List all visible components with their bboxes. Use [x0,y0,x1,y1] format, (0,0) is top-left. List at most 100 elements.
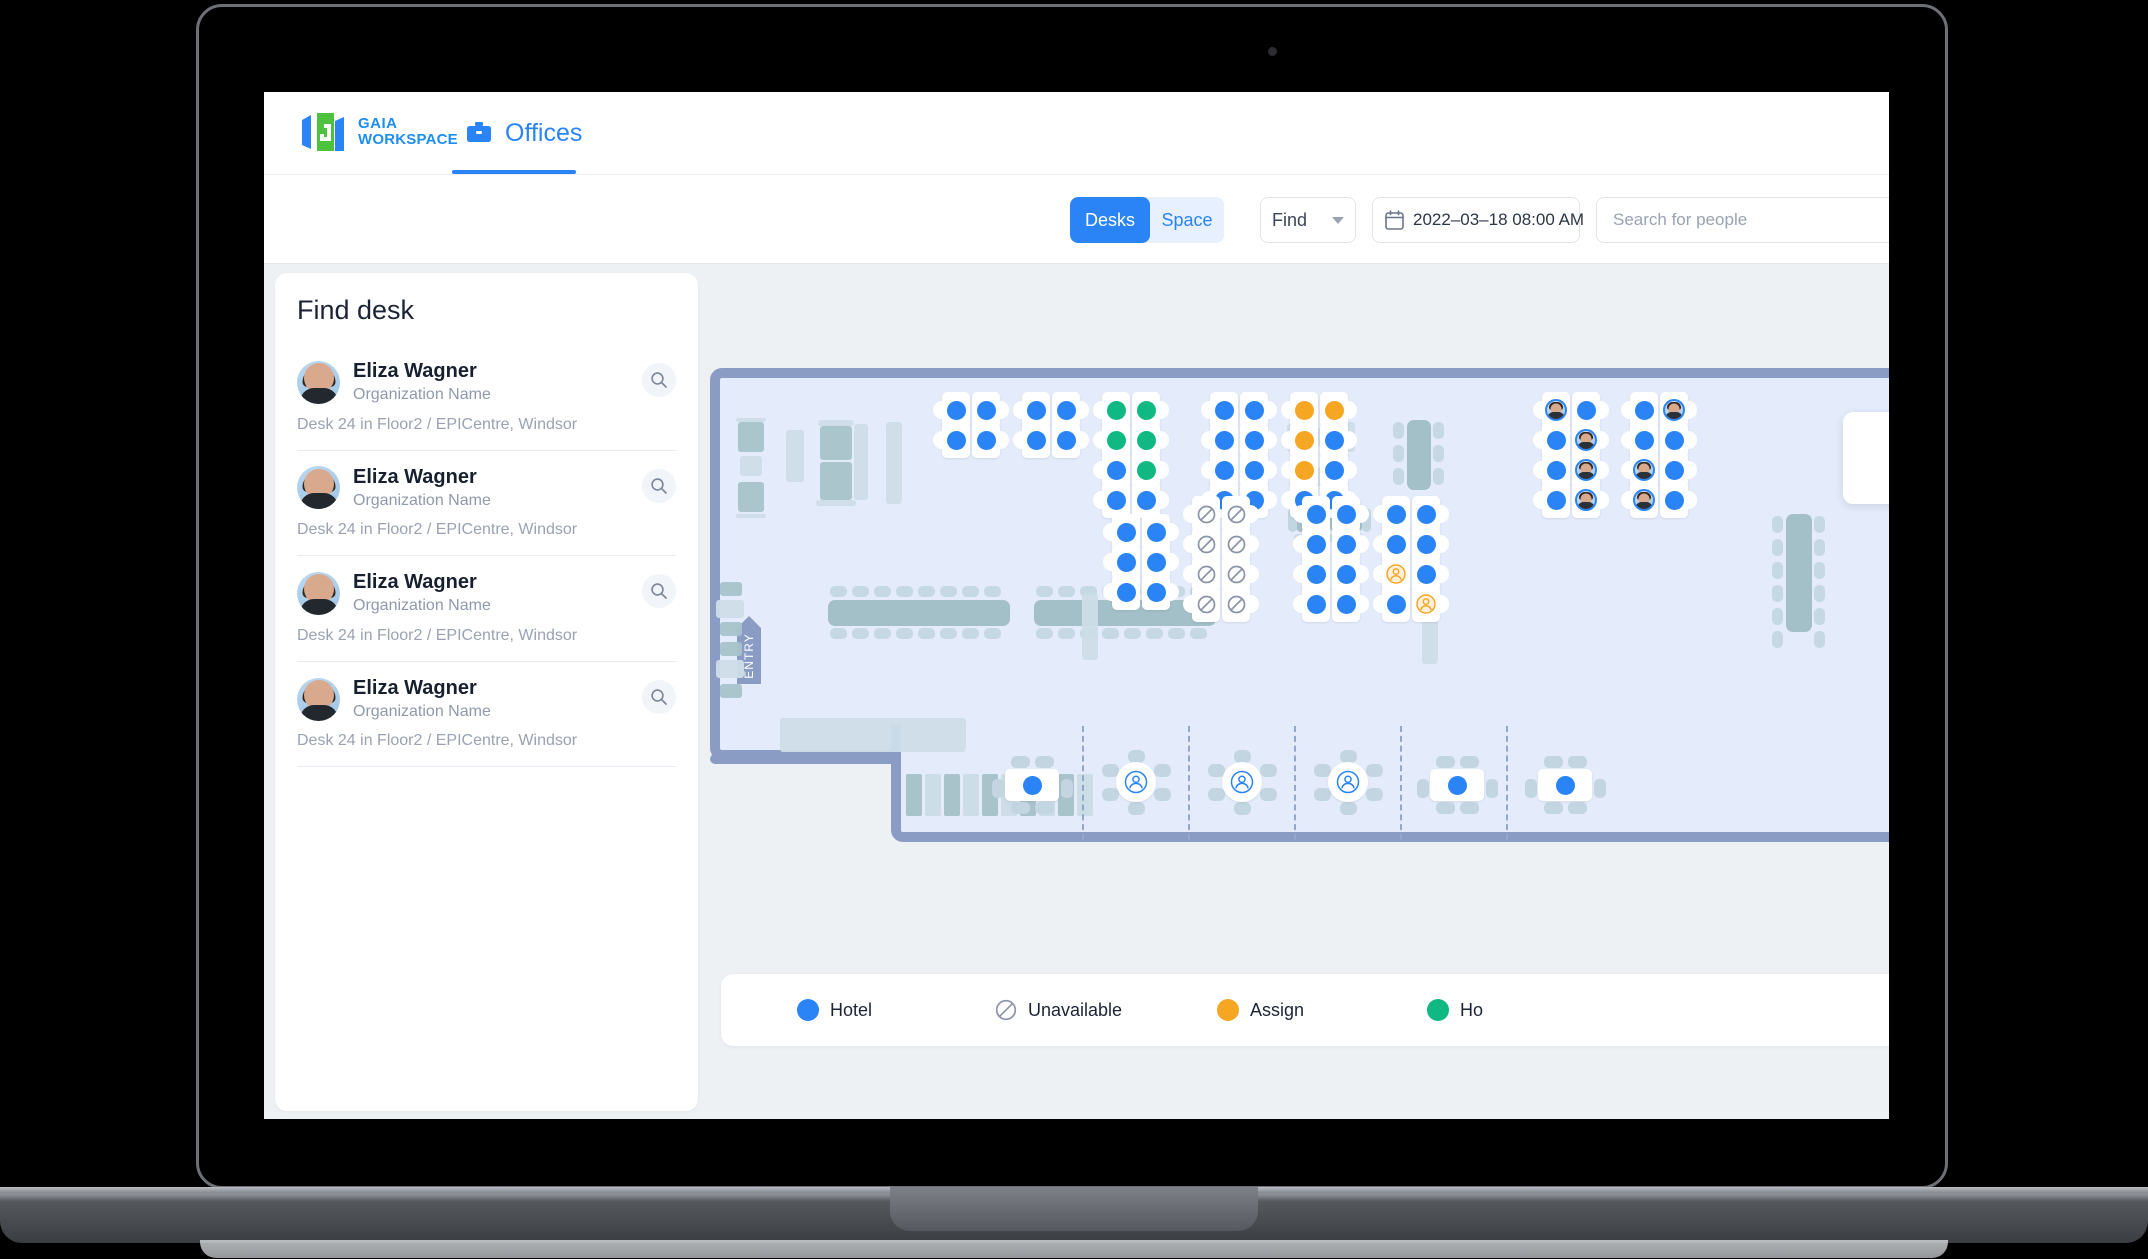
avatar [297,571,340,615]
list-item[interactable]: Eliza Wagner Organization Name Desk 24 in … [297,662,676,768]
avatar [297,360,340,404]
legend-item: Unavailable [995,999,1122,1021]
wall-segment-left [710,754,901,764]
unavailable-icon [995,999,1017,1021]
room-table[interactable] [1538,769,1592,801]
date-value: 2022–03–18 08:00 AM [1413,210,1585,229]
logo-line-1: GAIA [358,115,398,133]
desk-hotel[interactable] [1103,574,1140,610]
chair [1314,788,1331,801]
room-table[interactable] [1116,762,1156,802]
desk-occupied[interactable] [1621,482,1658,518]
webcam-icon [1268,47,1277,56]
chair [1154,764,1171,777]
shelf-unit [716,600,744,618]
person-location: Desk 24 in Floor2 / EPICentre, Windsor [297,626,578,644]
list-item[interactable]: Eliza Wagner Organization Name Desk 24 in … [297,451,676,557]
room-table[interactable] [1222,762,1262,802]
chair [1260,788,1277,801]
chair [1011,756,1030,768]
person-org: Organization Name [353,597,491,615]
chair [1366,764,1383,777]
shelf-unit [720,684,742,698]
laptop-base-notch [890,1187,1258,1231]
conference-table [828,600,1010,626]
meeting-chairs-left [1772,516,1783,648]
conference-chairs-bottom [830,628,1001,639]
room-table[interactable] [1005,769,1059,801]
chair [1035,802,1054,814]
desk-hotel[interactable] [1142,574,1179,610]
furniture-block [738,422,764,452]
room-divider [1188,726,1190,840]
meeting-room-round[interactable] [1208,750,1277,815]
chair [1035,756,1054,768]
laptop-foot [200,1240,1948,1258]
tab-active-indicator [452,170,576,174]
chair [1340,802,1357,815]
tab-offices[interactable]: Offices [452,92,596,174]
person-text: Eliza Wagner Organization Name [353,359,491,406]
search-icon[interactable] [642,679,676,714]
furniture-block [820,462,852,500]
chair [1234,802,1251,815]
tab-offices-label: Offices [505,118,583,147]
view-mode-toggle[interactable]: Desks Space [1070,197,1224,243]
meeting-room-rect[interactable] [1417,754,1498,816]
desk-hotel[interactable] [1332,586,1369,622]
chair [1260,764,1277,777]
app-logo[interactable]: GAIA WORKSPACE [300,110,458,154]
legend-swatch [1217,999,1239,1021]
furniture-block [738,482,764,512]
legend-swatch [1427,999,1449,1021]
search-icon[interactable] [642,363,676,397]
people-list: Eliza Wagner Organization Name Desk 24 in … [297,345,676,768]
desk-occupied[interactable] [1572,482,1609,518]
desk-hotel[interactable] [1013,422,1050,458]
person-name: Eliza Wagner [353,360,477,382]
meeting-room-round[interactable] [1314,750,1383,815]
list-item[interactable]: Eliza Wagner Organization Name Desk 24 in … [297,345,676,451]
meeting-room-round[interactable] [1102,750,1171,815]
panel-title: Find desk [297,295,415,325]
legend-label: Hotel [830,999,873,1020]
desk-assigned-person[interactable] [1412,586,1449,622]
meeting-room-rect[interactable] [1525,754,1606,816]
find-dropdown[interactable]: Find [1260,197,1356,243]
desk-hotel[interactable] [1660,482,1697,518]
legend-label: Assign [1250,999,1305,1020]
meeting-room-rect[interactable] [992,754,1073,816]
chair [1525,779,1537,798]
list-item[interactable]: Eliza Wagner Organization Name Desk 24 in … [297,556,676,662]
date-picker[interactable]: 2022–03–18 08:00 AM [1372,197,1584,243]
desk-hotel[interactable] [1373,586,1410,622]
chair [1366,788,1383,801]
search-icon[interactable] [642,468,676,503]
desk-hotel[interactable] [1132,482,1169,518]
chair [1128,802,1145,815]
room-table[interactable] [1430,769,1484,801]
conference-chairs-top [830,586,1001,597]
people-search-box[interactable] [1596,197,1889,243]
chair [1417,779,1429,798]
chevron-down-icon [1332,216,1344,224]
desk-hotel[interactable] [1052,422,1089,458]
toggle-desks[interactable]: Desks [1070,197,1150,243]
search-icon[interactable] [642,574,676,609]
desk-hotel[interactable] [1533,482,1570,518]
desk-hotel[interactable] [1293,586,1330,622]
search-input[interactable] [1611,209,1881,231]
person-header: Eliza Wagner Organization Name [297,570,676,617]
desk-hotel[interactable] [972,422,1009,458]
room-table[interactable] [1328,762,1368,802]
desk-unavailable[interactable] [1183,586,1220,622]
toggle-space[interactable]: Space [1150,197,1224,243]
avatar [1663,399,1685,421]
map-control-card[interactable] [1843,412,1889,504]
desk-hotel[interactable] [933,422,970,458]
desk-unavailable[interactable] [1222,586,1259,622]
desk-hotel[interactable] [1093,482,1130,518]
chair [1436,802,1455,814]
floorplan-map[interactable]: ENTRY Hotel Unavailable Assign Ho [710,264,1889,1119]
legend-label: Unavailable [1028,999,1123,1020]
